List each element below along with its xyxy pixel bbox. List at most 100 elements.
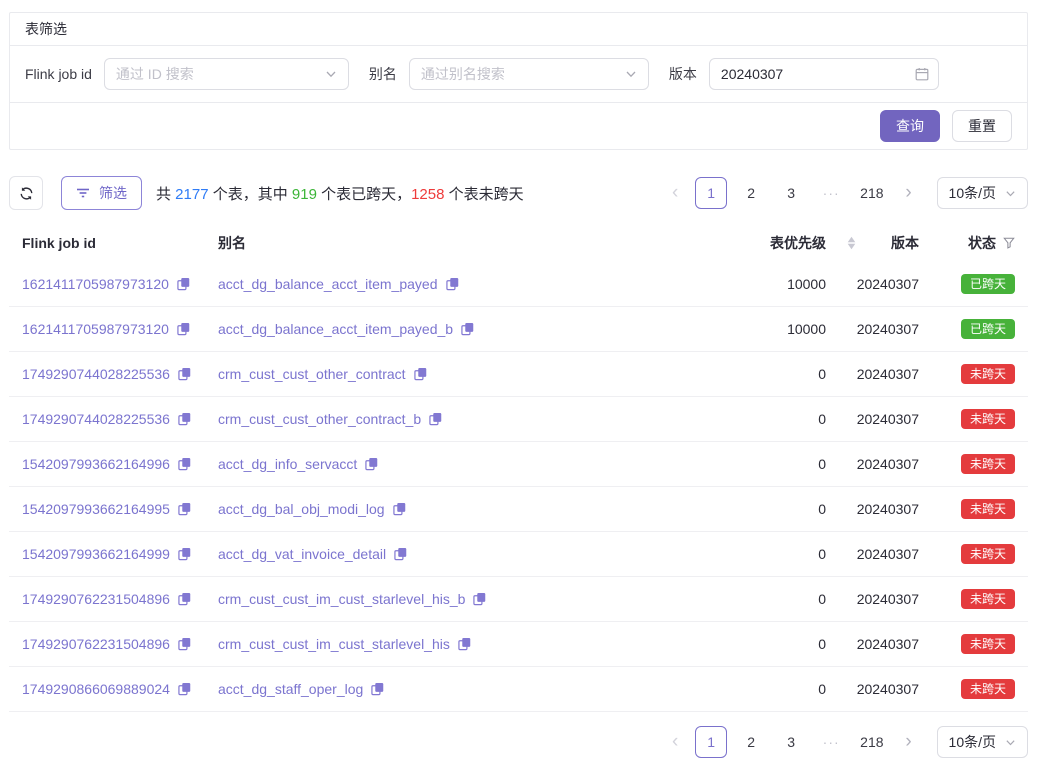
alias-link[interactable]: acct_dg_balance_acct_item_payed_b <box>218 321 453 337</box>
filter-funnel-icon[interactable] <box>1003 237 1015 249</box>
alias-link[interactable]: crm_cust_cust_im_cust_starlevel_his <box>218 636 450 652</box>
copy-icon[interactable] <box>429 412 442 426</box>
job-id-link[interactable]: 1749290744028225536 <box>22 411 170 427</box>
table-row: 1749290744028225536 crm_cust_cust_other_c… <box>9 397 1028 442</box>
pager-page-2[interactable]: 2 <box>735 726 767 758</box>
table-row: 1542097993662164999 acct_dg_vat_invoice_d… <box>9 532 1028 577</box>
pager-page-1[interactable]: 1 <box>695 726 727 758</box>
copy-icon[interactable] <box>446 277 459 291</box>
status-badge: 未跨天 <box>961 409 1015 429</box>
copy-icon[interactable] <box>178 637 191 651</box>
priority-value: 0 <box>724 456 834 472</box>
copy-icon[interactable] <box>178 682 191 696</box>
table-toolbar: 筛选 共 2177 个表，其中 919 个表已跨天，1258 个表未跨天 ‹12… <box>9 176 1028 210</box>
alias-link[interactable]: acct_dg_vat_invoice_detail <box>218 546 386 562</box>
copy-icon[interactable] <box>393 502 406 516</box>
filter-lines-icon <box>76 187 90 199</box>
copy-icon[interactable] <box>371 682 384 696</box>
job-id-link[interactable]: 1542097993662164996 <box>22 456 170 472</box>
header-priority-label: 表优先级 <box>770 233 826 253</box>
flink-job-id-select[interactable]: 通过 ID 搜索 <box>104 58 349 90</box>
chevron-down-icon <box>325 68 337 80</box>
version-input[interactable] <box>709 58 939 90</box>
version-value: 20240307 <box>834 411 919 427</box>
alias-link[interactable]: crm_cust_cust_other_contract <box>218 366 406 382</box>
copy-icon[interactable] <box>178 457 191 471</box>
header-status-label: 状态 <box>968 233 996 253</box>
pager-prev-button[interactable]: ‹ <box>663 726 687 758</box>
summary-part: 919 <box>292 186 317 203</box>
table-row: 1749290762231504896 crm_cust_cust_im_cust… <box>9 622 1028 667</box>
job-id-link[interactable]: 1621411705987973120 <box>22 276 169 292</box>
copy-icon[interactable] <box>458 637 471 651</box>
filter-fields-row: Flink job id 通过 ID 搜索 别名 通过别名搜索 版本 <box>10 46 1027 103</box>
job-id-link[interactable]: 1542097993662164995 <box>22 501 170 517</box>
priority-value: 0 <box>724 366 834 382</box>
copy-icon[interactable] <box>178 502 191 516</box>
flink-job-id-label: Flink job id <box>25 66 92 82</box>
pager-page-2[interactable]: 2 <box>735 177 767 209</box>
copy-icon[interactable] <box>178 412 191 426</box>
priority-value: 10000 <box>724 321 834 337</box>
refresh-button[interactable] <box>9 176 43 210</box>
job-id-link[interactable]: 1749290762231504896 <box>22 636 170 652</box>
pager-page-218[interactable]: 218 <box>855 726 888 758</box>
page-size-select[interactable]: 10条/页 <box>937 726 1028 758</box>
page-size-value: 10条/页 <box>949 732 996 752</box>
version-value: 20240307 <box>834 276 919 292</box>
copy-icon[interactable] <box>414 367 427 381</box>
calendar-icon <box>915 67 929 81</box>
chevron-down-icon <box>1005 737 1016 748</box>
sort-icon[interactable] <box>847 237 856 250</box>
pager-next-button[interactable]: › <box>897 726 921 758</box>
alias-link[interactable]: acct_dg_balance_acct_item_payed <box>218 276 438 292</box>
copy-icon[interactable] <box>177 277 190 291</box>
job-id-link[interactable]: 1749290866069889024 <box>22 681 170 697</box>
pager-prev-button[interactable]: ‹ <box>663 177 687 209</box>
status-badge: 已跨天 <box>961 274 1015 294</box>
page-size-select[interactable]: 10条/页 <box>937 177 1028 209</box>
copy-icon[interactable] <box>177 322 190 336</box>
job-id-link[interactable]: 1749290762231504896 <box>22 591 170 607</box>
data-table: Flink job id 别名 表优先级 版本 状态 1621411705987… <box>9 224 1028 712</box>
alias-select[interactable]: 通过别名搜索 <box>409 58 649 90</box>
table-row: 1749290762231504896 crm_cust_cust_im_cust… <box>9 577 1028 622</box>
copy-icon[interactable] <box>178 367 191 381</box>
header-status: 状态 <box>919 233 1015 253</box>
chevron-down-icon <box>1005 188 1016 199</box>
priority-value: 0 <box>724 501 834 517</box>
alias-link[interactable]: crm_cust_cust_other_contract_b <box>218 411 421 427</box>
query-button[interactable]: 查询 <box>880 110 940 142</box>
job-id-link[interactable]: 1542097993662164999 <box>22 546 170 562</box>
priority-value: 0 <box>724 681 834 697</box>
alias-link[interactable]: crm_cust_cust_im_cust_starlevel_his_b <box>218 591 465 607</box>
job-id-link[interactable]: 1749290744028225536 <box>22 366 170 382</box>
alias-link[interactable]: acct_dg_staff_oper_log <box>218 681 363 697</box>
alias-link[interactable]: acct_dg_info_servacct <box>218 456 357 472</box>
version-value: 20240307 <box>834 591 919 607</box>
copy-icon[interactable] <box>178 592 191 606</box>
table-row: 1621411705987973120 acct_dg_balance_acct_… <box>9 262 1028 307</box>
filter-button[interactable]: 筛选 <box>61 176 142 210</box>
pager-next-button[interactable]: › <box>897 177 921 209</box>
alias-link[interactable]: acct_dg_bal_obj_modi_log <box>218 501 385 517</box>
version-value: 20240307 <box>834 366 919 382</box>
filter-button-label: 筛选 <box>99 183 127 203</box>
table-header: Flink job id 别名 表优先级 版本 状态 <box>9 224 1028 262</box>
copy-icon[interactable] <box>365 457 378 471</box>
pager-page-3[interactable]: 3 <box>775 177 807 209</box>
pager-ellipsis: ··· <box>815 726 847 758</box>
pager-page-218[interactable]: 218 <box>855 177 888 209</box>
copy-icon[interactable] <box>473 592 486 606</box>
reset-button[interactable]: 重置 <box>952 110 1012 142</box>
pager-page-1[interactable]: 1 <box>695 177 727 209</box>
field-version: 版本 <box>669 58 939 90</box>
pager-page-3[interactable]: 3 <box>775 726 807 758</box>
table-row: 1621411705987973120 acct_dg_balance_acct_… <box>9 307 1028 352</box>
job-id-link[interactable]: 1621411705987973120 <box>22 321 169 337</box>
copy-icon[interactable] <box>394 547 407 561</box>
filter-card: 表筛选 Flink job id 通过 ID 搜索 别名 通过别名搜索 版本 <box>9 12 1028 150</box>
summary-part: 个表已跨天， <box>317 186 411 203</box>
copy-icon[interactable] <box>461 322 474 336</box>
copy-icon[interactable] <box>178 547 191 561</box>
